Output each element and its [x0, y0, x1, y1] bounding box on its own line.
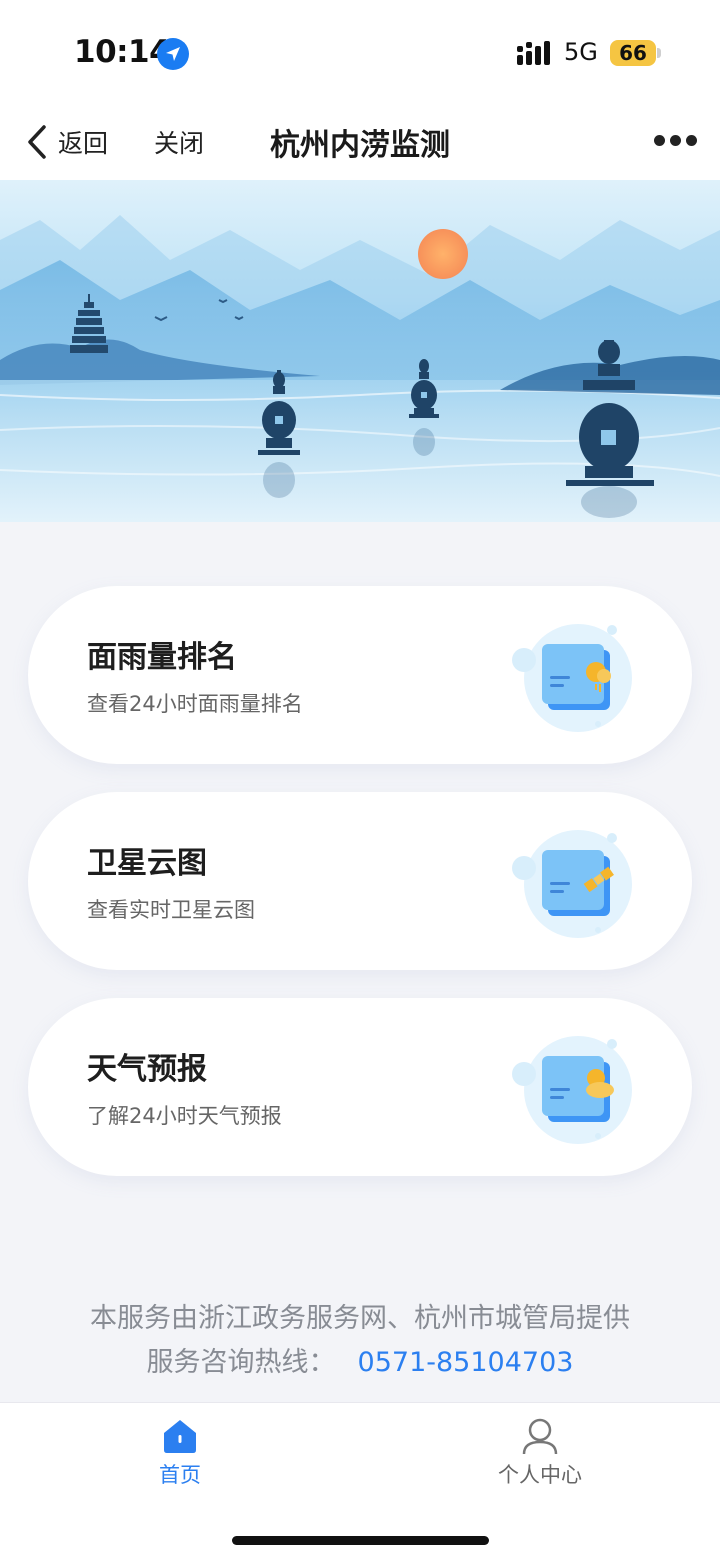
signal-icon	[517, 41, 550, 65]
card-subtitle: 查看实时卫星云图	[87, 898, 255, 922]
tab-profile[interactable]: 个人中心	[470, 1403, 610, 1503]
card-rainfall-ranking[interactable]: 面雨量排名 查看24小时面雨量排名	[28, 586, 692, 764]
network-type: 5G	[564, 38, 598, 66]
card-weather-forecast[interactable]: 天气预报 了解24小时天气预报	[28, 998, 692, 1176]
satellite-icon	[512, 830, 632, 938]
tab-label: 个人中心	[498, 1463, 582, 1487]
hotline-number-link[interactable]: 0571-85104703	[358, 1347, 574, 1378]
home-indicator	[232, 1536, 489, 1545]
card-subtitle: 了解24小时天气预报	[87, 1104, 282, 1128]
battery-tip	[657, 48, 661, 58]
card-satellite-cloud[interactable]: 卫星云图 查看实时卫星云图	[28, 792, 692, 970]
hotline: 服务咨询热线： 0571-85104703	[0, 1340, 720, 1379]
card-subtitle: 查看24小时面雨量排名	[87, 692, 303, 716]
service-provider-text: 本服务由浙江政务服务网、杭州市城管局提供	[90, 1303, 630, 1334]
status-bar: 10:14 5G 66	[0, 0, 720, 104]
page-title: 杭州内涝监测	[270, 128, 450, 163]
rain-ranking-icon	[512, 624, 632, 732]
tab-label: 首页	[159, 1463, 201, 1487]
card-title: 面雨量排名	[87, 640, 237, 675]
banner-image	[0, 180, 720, 522]
battery-icon: 66	[610, 40, 656, 66]
location-arrow-icon	[157, 38, 189, 70]
nav-bar: 返回 关闭 杭州内涝监测	[0, 104, 720, 180]
weather-sun-cloud-icon	[512, 1036, 632, 1144]
more-icon[interactable]	[654, 135, 698, 147]
status-time: 10:14	[74, 34, 171, 70]
user-icon	[522, 1418, 558, 1455]
card-title: 卫星云图	[87, 846, 207, 881]
home-icon	[164, 1420, 196, 1453]
hotline-label: 服务咨询热线：	[146, 1347, 336, 1378]
tab-home[interactable]: 首页	[110, 1403, 250, 1503]
card-title: 天气预报	[87, 1052, 207, 1087]
